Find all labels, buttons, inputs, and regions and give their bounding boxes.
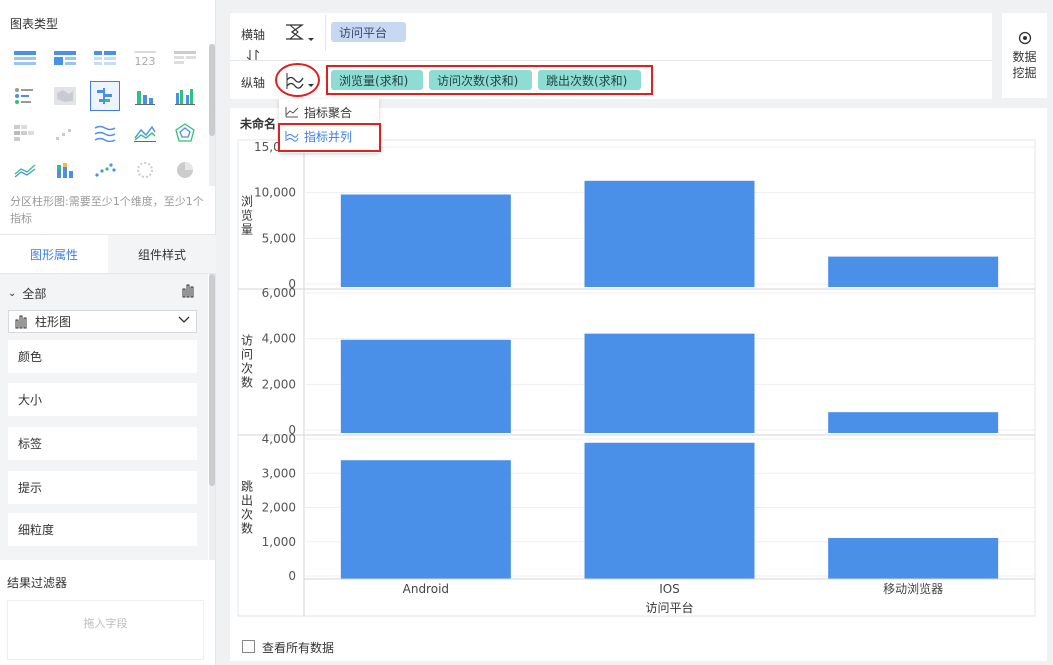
bar-type-icon [182,284,196,301]
chevron-down-icon: ⌄ [8,287,17,299]
y-tick-label: 0 [288,569,296,583]
y-axis-title-char: 量 [241,223,253,237]
result-filter-title: 结果过滤器 [7,576,68,590]
y-axis-title-char: 数 [241,521,253,536]
partition-bar-chart-icon[interactable] [90,81,120,111]
y-tick-label: 2,000 [262,377,296,391]
y-axis-title-char: 览 [241,208,253,223]
y-tick-label: 2,000 [262,501,296,515]
cross-table-icon[interactable] [90,44,120,74]
x-tick-label: 移动浏览器 [883,581,943,596]
number-card-icon[interactable]: 123 [130,44,160,74]
y-axis-title-char: 访 [241,334,253,348]
grouped-bar-icon[interactable] [170,81,200,111]
bar-0-2 [828,256,999,287]
y-axis-title-char: 出 [241,494,253,508]
bar-2-2 [828,537,999,579]
bar-0-0 [340,194,511,287]
y-tick-label: 1,000 [262,535,296,549]
y-tick-label: 10,000 [254,186,296,200]
chart-area: 未命名 0 5,000 10,000 15,000 浏览量 0 2,000 4,000 6,00… [230,108,1047,661]
data-mining-button[interactable]: 数据挖掘 [1002,13,1047,98]
y-axis-title-char: 浏 [241,195,253,209]
y-tick-label: 4,000 [262,332,296,346]
y-axis-title-char: 跳 [241,480,253,494]
swap-axes-icon[interactable] [246,49,260,64]
highlight-circle [275,63,320,97]
prop-tooltip[interactable]: 提示 [8,471,197,504]
y-axis-label: 纵轴 [241,76,266,90]
all-label: 全部 [22,286,47,301]
scatter-icon[interactable] [90,155,120,185]
highlight-box-y-fields [326,65,653,95]
prop-label[interactable]: 标签 [8,427,197,460]
bar-1-0 [340,339,511,433]
bar-1-2 [828,412,999,433]
svg-text:123: 123 [135,55,156,68]
scatter-small-icon[interactable] [50,118,80,148]
divider [325,15,326,51]
dd-item-aggregate[interactable]: 指标聚合 [285,102,352,122]
x-axis-type-icon[interactable] [284,22,314,47]
y-tick-label: 5,000 [262,231,296,245]
highlight-box-parallel [278,123,381,152]
area-line-icon[interactable] [130,118,160,148]
dot-ring-icon[interactable] [130,155,160,185]
pie-chart-icon[interactable] [170,155,200,185]
bar-0-1 [584,180,755,287]
line-chart-icon[interactable] [90,118,120,148]
chevron-down-icon [178,313,190,328]
heatmap-icon[interactable] [10,118,40,148]
aggregate-icon [285,107,299,118]
y-tick-label: 3,000 [262,466,296,480]
dot-list-icon[interactable] [10,81,40,111]
bar-2-1 [584,442,755,579]
y-axis-title-char: 次 [241,362,253,376]
show-all-label: 查看所有数据 [262,641,335,655]
x-axis-title: 访问平台 [645,600,693,615]
stacked-bar-icon[interactable] [50,155,80,185]
table-icon[interactable] [10,44,40,74]
show-all-checkbox[interactable] [242,640,255,653]
left-panel: 图表类型 123 分区柱形图:需要至少1个维度，至少1个指标 图形属性 组件样式 [0,0,216,665]
bar-type-icon [15,315,29,329]
prop-color[interactable]: 颜色 [8,340,197,373]
chart-type-title: 图表类型 [10,17,59,31]
data-mining-label: 数据挖掘 [1012,50,1037,80]
tab-component-style[interactable]: 组件样式 [108,235,216,273]
filter-dropzone[interactable]: 拖入字段 [7,600,204,660]
property-tabs: 图形属性 组件样式 [0,234,216,274]
prop-size[interactable]: 大小 [8,383,197,416]
x-field-pill[interactable]: 访问平台 [331,22,406,42]
data-mining-icon [1018,31,1031,45]
x-axis-label: 横轴 [241,28,266,42]
tab-graph-properties[interactable]: 图形属性 [0,235,108,273]
group-table-icon[interactable] [50,44,80,74]
y-tick-label: 4,000 [262,432,296,446]
y-axis-title-char: 问 [241,348,253,362]
all-row[interactable]: ⌄ 全部 [8,284,198,302]
bar-chart-icon[interactable] [130,81,160,111]
chart-type-select[interactable]: 柱形图 [8,310,197,333]
y-axis-title-char: 次 [241,508,253,522]
radar-icon[interactable] [170,118,200,148]
y-axis-title-char: 数 [241,375,253,390]
selected-type-label: 柱形图 [35,315,72,329]
x-tick-label: IOS [659,582,680,596]
chart-type-hint: 分区柱形图:需要至少1个维度，至少1个指标 [10,195,204,225]
y-tick-label: 6,000 [262,286,296,300]
map-icon[interactable] [50,81,80,111]
prop-granularity[interactable]: 细粒度 [8,513,197,546]
detail-table-icon[interactable] [170,44,200,74]
property-scroll-thumb[interactable] [209,274,215,486]
bar-2-0 [340,460,511,579]
divider [230,60,992,61]
bar-1-1 [584,333,755,433]
chart-type-scroll-thumb[interactable] [209,44,215,136]
partition-bar-chart: 05,00010,00015,000浏览量02,0004,0006,000访问次… [237,139,1036,617]
x-tick-label: Android [403,582,449,596]
area-chart-icon[interactable] [10,155,40,185]
dd-label-aggregate: 指标聚合 [304,105,353,120]
